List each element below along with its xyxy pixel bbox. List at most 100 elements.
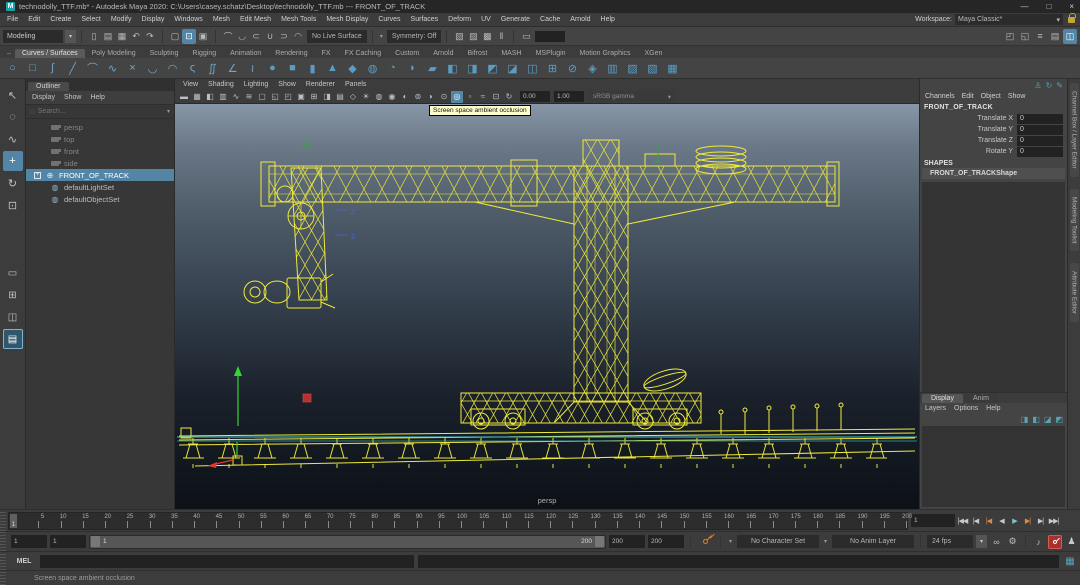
shelf-tab[interactable]: Animation: [223, 49, 268, 58]
timeline-tick[interactable]: 180: [796, 513, 818, 529]
viewport-toolbar-icon[interactable]: ☀: [360, 91, 372, 103]
timeline-tick[interactable]: 75: [329, 513, 351, 529]
shelf-tool-icon[interactable]: ◨: [463, 59, 482, 78]
outliner-item[interactable]: side: [26, 157, 174, 169]
layout-button[interactable]: ◫: [3, 307, 23, 327]
maximize-button[interactable]: □: [1046, 2, 1051, 11]
menu-item[interactable]: Help: [596, 16, 620, 23]
viewport-toolbar-icon[interactable]: ⊙: [438, 91, 450, 103]
timeline-tick[interactable]: 5: [17, 513, 39, 529]
viewport-menu-item[interactable]: Panels: [341, 81, 370, 88]
timeline-ruler[interactable]: 1 51015202530354045505560657075808590951…: [8, 512, 908, 530]
shelf-tool-icon[interactable]: ▦: [663, 59, 682, 78]
layer-editor-menu-item[interactable]: Layers: [925, 405, 946, 412]
timeline-tick[interactable]: 80: [351, 513, 373, 529]
viewport-toolbar-icon[interactable]: ◍: [373, 91, 385, 103]
timeline-tick[interactable]: 70: [306, 513, 328, 529]
timeline-tick[interactable]: 110: [484, 513, 506, 529]
viewport-toolbar-icon[interactable]: ◱: [269, 91, 281, 103]
selection-mode-icon[interactable]: ⊡: [182, 29, 196, 44]
timeline-tick[interactable]: 195: [863, 513, 885, 529]
menu-item[interactable]: UV: [476, 16, 496, 23]
outliner-item[interactable]: FRONT_OF_TRACK: [26, 169, 174, 181]
shelf-tab[interactable]: Sculpting: [143, 49, 186, 58]
shelf-tab[interactable]: FX Caching: [338, 49, 389, 58]
selection-mode-icon[interactable]: ▣: [196, 29, 210, 44]
playback-button[interactable]: |◀: [969, 514, 982, 528]
tool-button[interactable]: ↻: [3, 173, 23, 193]
timeline-tick[interactable]: 185: [818, 513, 840, 529]
snap-icon[interactable]: ◠: [291, 29, 305, 44]
menu-item[interactable]: Generate: [496, 16, 535, 23]
file-op-icon[interactable]: ▦: [115, 29, 129, 44]
exposure-field[interactable]: [520, 91, 550, 102]
timeline-tick[interactable]: 40: [173, 513, 195, 529]
minimize-button[interactable]: —: [1020, 2, 1028, 11]
color-management-select[interactable]: sRGB gamma▾: [589, 91, 675, 102]
timeline-tick[interactable]: 95: [418, 513, 440, 529]
timeline-tick[interactable]: 45: [195, 513, 217, 529]
sidebar-toggle-icon[interactable]: ◰: [1003, 29, 1017, 44]
symmetry-field[interactable]: Symmetry: Off: [387, 30, 442, 43]
menu-item[interactable]: Edit Mesh: [235, 16, 276, 23]
shape-node-row[interactable]: FRONT_OF_TRACKShape: [922, 168, 1065, 179]
shelf-tool-icon[interactable]: ◍: [363, 59, 382, 78]
channel-box-menu-item[interactable]: Edit: [962, 93, 974, 100]
shelf-tool-icon[interactable]: ∬: [203, 59, 222, 78]
playback-button[interactable]: |◀◀: [956, 514, 969, 528]
close-button[interactable]: ×: [1069, 2, 1074, 11]
channel-box-option-icon[interactable]: ↻: [1046, 81, 1053, 89]
timeline-tick[interactable]: 100: [440, 513, 462, 529]
viewport-toolbar-icon[interactable]: ◉: [386, 91, 398, 103]
shelf-tab[interactable]: MSPlugin: [529, 49, 573, 58]
render-icon[interactable]: ‖: [494, 29, 508, 44]
layer-editor-menu-item[interactable]: Help: [986, 405, 1000, 412]
menu-item[interactable]: Windows: [169, 16, 207, 23]
playback-start-field[interactable]: [50, 535, 86, 548]
outliner-item[interactable]: front: [26, 145, 174, 157]
outliner-menu-item[interactable]: Help: [90, 94, 104, 101]
menu-item[interactable]: File: [2, 16, 23, 23]
viewport-toolbar-icon[interactable]: ◎: [451, 91, 463, 103]
command-result-field[interactable]: [418, 555, 1059, 568]
timeline-tick[interactable]: 160: [707, 513, 729, 529]
channel-box-option-icon[interactable]: ♙: [1034, 81, 1041, 89]
timeline-tick[interactable]: 25: [106, 513, 128, 529]
shelf-tab[interactable]: XGen: [638, 49, 670, 58]
viewport-menu-item[interactable]: Show: [274, 81, 300, 88]
timeline-tick[interactable]: 60: [262, 513, 284, 529]
playback-end-field[interactable]: [609, 535, 645, 548]
viewport-toolbar-icon[interactable]: ◗: [425, 91, 437, 103]
shelf-tab[interactable]: Custom: [388, 49, 426, 58]
playback-button[interactable]: ◀: [995, 514, 1008, 528]
audio-icon[interactable]: ♪: [1032, 537, 1045, 547]
timeline-tick[interactable]: 90: [395, 513, 417, 529]
shelf-tool-icon[interactable]: ×: [123, 59, 142, 78]
outliner-tab[interactable]: Outliner: [28, 82, 69, 91]
shelf-tool-icon[interactable]: □: [23, 59, 42, 78]
viewport-toolbar-icon[interactable]: ▤: [334, 91, 346, 103]
viewport-toolbar-icon[interactable]: ⊞: [308, 91, 320, 103]
side-tab[interactable]: Channel Box / Layer Editor: [1070, 83, 1079, 177]
shelf-tool-icon[interactable]: ╱: [63, 59, 82, 78]
channel-box-menu-item[interactable]: Show: [1008, 93, 1026, 100]
shelf-tool-icon[interactable]: ▨: [623, 59, 642, 78]
attribute-value-field[interactable]: 0: [1017, 147, 1063, 157]
timeline-tick[interactable]: 30: [128, 513, 150, 529]
snap-icon[interactable]: ◡: [235, 29, 249, 44]
viewport-toolbar-icon[interactable]: ◰: [282, 91, 294, 103]
shelf-tab[interactable]: Arnold: [426, 49, 460, 58]
outliner-menu-item[interactable]: Display: [32, 94, 55, 101]
shelf-tool-icon[interactable]: ◗: [403, 59, 422, 78]
outliner-item[interactable]: top: [26, 133, 174, 145]
timeline-tick[interactable]: 105: [462, 513, 484, 529]
outliner-item[interactable]: defaultObjectSet: [26, 193, 174, 205]
chevron-down-icon[interactable]: ▾: [65, 30, 76, 43]
animation-preferences-icon[interactable]: ⚙: [1006, 536, 1019, 547]
outliner-item[interactable]: defaultLightSet: [26, 181, 174, 193]
timeline-tick[interactable]: 85: [373, 513, 395, 529]
snap-icon[interactable]: ⌒: [221, 29, 235, 44]
script-editor-icon[interactable]: ▦: [1063, 554, 1077, 568]
current-time-marker[interactable]: 1: [10, 514, 17, 528]
viewport-toolbar-icon[interactable]: ▬: [178, 91, 190, 103]
